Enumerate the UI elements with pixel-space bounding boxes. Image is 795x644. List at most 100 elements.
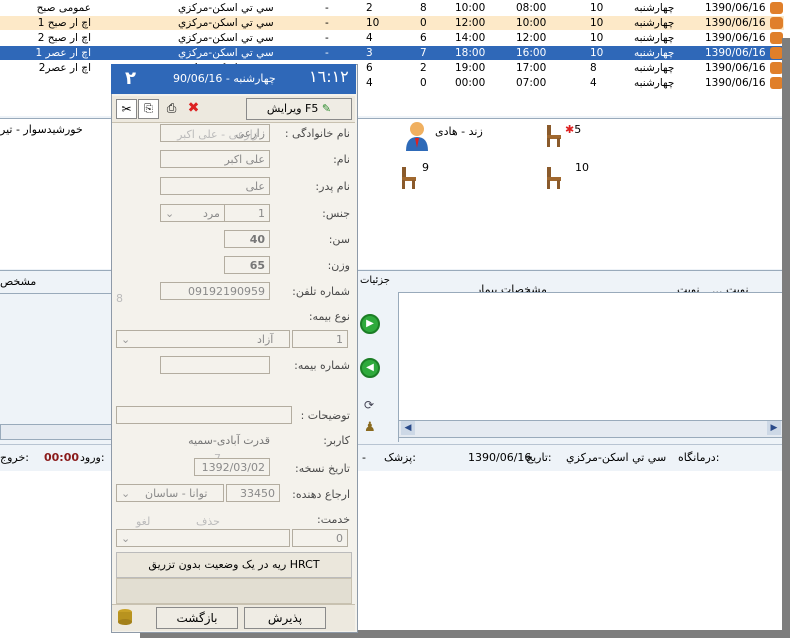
- father-name-field[interactable]: علی: [160, 177, 270, 195]
- service-count-field[interactable]: 0: [292, 529, 348, 547]
- family-name-label: نام خانوادگی :: [284, 127, 350, 140]
- ghost-number: 8: [116, 292, 123, 305]
- schedule-cell-day: چهارشنبه: [634, 17, 675, 29]
- date-label: تاریخ:: [526, 451, 552, 464]
- schedule-cell-dash: -: [325, 47, 329, 59]
- schedule-cell-a: 0: [420, 77, 427, 89]
- schedule-cell-shift: اچ ار عصر 1: [35, 47, 91, 59]
- schedule-row[interactable]: 1390/06/16 چهارشنبه 10 08:00 10:00 8 2 - سي تي ا…: [0, 1, 784, 15]
- phone-field[interactable]: 09192190959: [160, 282, 270, 300]
- insurance-number-field[interactable]: [160, 356, 270, 374]
- prev-arrow-icon[interactable]: ◀: [360, 358, 380, 378]
- user-label: کاربر:: [323, 434, 350, 447]
- schedule-cell-a: 7: [420, 47, 427, 59]
- row-status-icon: [770, 2, 783, 14]
- schedule-cell-day: چهارشنبه: [634, 2, 675, 14]
- dialog-title-bar: ۲ چهارشنبه - 90/06/16 ۱٦:۱۲: [111, 64, 356, 94]
- schedule-cell-b: 10: [366, 17, 380, 29]
- schedule-cell-dash: -: [325, 32, 329, 44]
- schedule-cell-a: 2: [420, 62, 427, 74]
- next-arrow-icon[interactable]: ▶: [360, 314, 380, 334]
- entry-label: ورود:: [80, 451, 105, 464]
- referrer-label: ارجاع دهنده:: [292, 488, 350, 501]
- family-name-field[interactable]: زارعی: [160, 124, 270, 142]
- schedule-cell-day: چهارشنبه: [634, 47, 675, 59]
- scroll-left-icon[interactable]: ◀: [401, 421, 415, 435]
- schedule-cell-dash: -: [325, 17, 329, 29]
- refresh-icon[interactable]: ⟳: [364, 398, 374, 412]
- referrer-code-field[interactable]: 33450: [226, 484, 280, 502]
- schedule-cell-dept: سي تي اسکن-مرکزي: [178, 32, 274, 44]
- chevron-down-icon: ⌄: [121, 333, 131, 346]
- queue-number: ۲: [125, 68, 136, 89]
- schedule-cell-dept: سي تي اسکن-مرکزي: [178, 47, 274, 59]
- date-value: 1390/06/16: [468, 451, 532, 464]
- cut-icon[interactable]: ✂: [116, 99, 137, 119]
- insurance-type-select[interactable]: ⌄ آزاد: [116, 330, 290, 348]
- schedule-cell-date: 1390/06/16: [705, 62, 766, 74]
- chair-icon[interactable]: [400, 167, 418, 189]
- detail-header: جزئیات: [360, 275, 390, 286]
- service-description: HRCT ریه در یک وضعیت بدون تزریق: [116, 552, 352, 578]
- users-icon[interactable]: ♟: [364, 420, 376, 435]
- seat-number: 9: [422, 161, 429, 174]
- scroll-right-icon[interactable]: ▶: [767, 421, 781, 435]
- schedule-cell-n10: 8: [590, 62, 597, 74]
- print-icon[interactable]: ⎙: [162, 99, 181, 117]
- clinic-label: درمانگاه:: [678, 451, 720, 464]
- schedule-cell-shift: اچ ار صبح 1: [37, 17, 91, 29]
- exit-label: خروج:: [0, 451, 30, 464]
- schedule-row[interactable]: 1390/06/16 چهارشنبه 10 16:00 18:00 7 3 - سي تي ا…: [0, 46, 784, 60]
- first-name-field[interactable]: علی اکبر: [160, 150, 270, 168]
- schedule-cell-a: 6: [420, 32, 427, 44]
- schedule-cell-dept: سي تي اسکن-مرکزي: [178, 17, 274, 29]
- schedule-cell-n10: 10: [590, 32, 604, 44]
- service-select[interactable]: ⌄: [116, 529, 290, 547]
- schedule-row[interactable]: 1390/06/16 چهارشنبه 10 12:00 14:00 6 4 - سي تي ا…: [0, 31, 784, 45]
- schedule-cell-t1: 07:00: [516, 77, 547, 89]
- schedule-cell-date: 1390/06/16: [705, 2, 766, 14]
- schedule-cell-t2: 10:00: [455, 2, 486, 14]
- schedule-cell-date: 1390/06/16: [705, 17, 766, 29]
- notes-field[interactable]: [116, 406, 292, 424]
- doctor-value: -: [362, 451, 366, 464]
- database-icon[interactable]: [116, 608, 134, 626]
- schedule-cell-n10: 4: [590, 77, 597, 89]
- chevron-down-icon: ⌄: [121, 532, 131, 545]
- referrer-value: توانا - ساسان: [145, 487, 208, 500]
- pencil-icon: ✎: [321, 102, 332, 115]
- weight-field[interactable]: 65: [224, 256, 270, 274]
- horizontal-scrollbar[interactable]: ◀ ▶: [398, 420, 786, 438]
- dialog-date: چهارشنبه - 90/06/16: [173, 72, 276, 85]
- schedule-cell-date: 1390/06/16: [705, 77, 766, 89]
- schedule-cell-shift: اچ ار صبح 2: [37, 32, 91, 44]
- chevron-down-icon: ⌄: [165, 207, 175, 220]
- patient-label-left: خورشیدسوار - تیر: [0, 123, 83, 136]
- seat-number: 10: [575, 161, 589, 174]
- chair-icon[interactable]: [545, 167, 563, 189]
- copy-icon[interactable]: ⎘: [138, 99, 159, 119]
- accept-button[interactable]: پذیرش: [244, 607, 326, 629]
- schedule-row[interactable]: 1390/06/16 چهارشنبه 10 10:00 12:00 0 10 - سي تي …: [0, 16, 784, 30]
- edit-button[interactable]: ویرایش F5 ✎: [246, 98, 352, 120]
- star-icon: ✱: [565, 123, 575, 136]
- left-scrollbar[interactable]: [0, 424, 114, 440]
- notes-label: توضیحات :: [300, 409, 350, 422]
- referrer-select[interactable]: ⌄ توانا - ساسان: [116, 484, 224, 502]
- schedule-cell-b: 3: [366, 47, 373, 59]
- gender-code-field[interactable]: 1: [224, 204, 270, 222]
- back-button[interactable]: بازگشت: [156, 607, 238, 629]
- side-button-strip: ▶ ◀ ⟳ ♟: [356, 292, 399, 442]
- dialog-toolbar: ✂ ⎘ ⎙ ✖ ویرایش F5 ✎: [112, 96, 355, 123]
- patient-avatar-icon[interactable]: [405, 121, 429, 151]
- age-field[interactable]: 40: [224, 230, 270, 248]
- first-name-label: نام:: [333, 153, 350, 166]
- delete-icon[interactable]: ✖: [184, 99, 203, 117]
- schedule-cell-b: 4: [366, 77, 373, 89]
- father-name-label: نام پدر:: [315, 180, 350, 193]
- schedule-cell-t1: 17:00: [516, 62, 547, 74]
- dialog-footer: بازگشت پذیرش: [112, 604, 355, 631]
- prescription-date-field[interactable]: 1392/03/02: [194, 458, 270, 476]
- chair-icon[interactable]: [545, 125, 563, 147]
- insurance-code-field[interactable]: 1: [292, 330, 348, 348]
